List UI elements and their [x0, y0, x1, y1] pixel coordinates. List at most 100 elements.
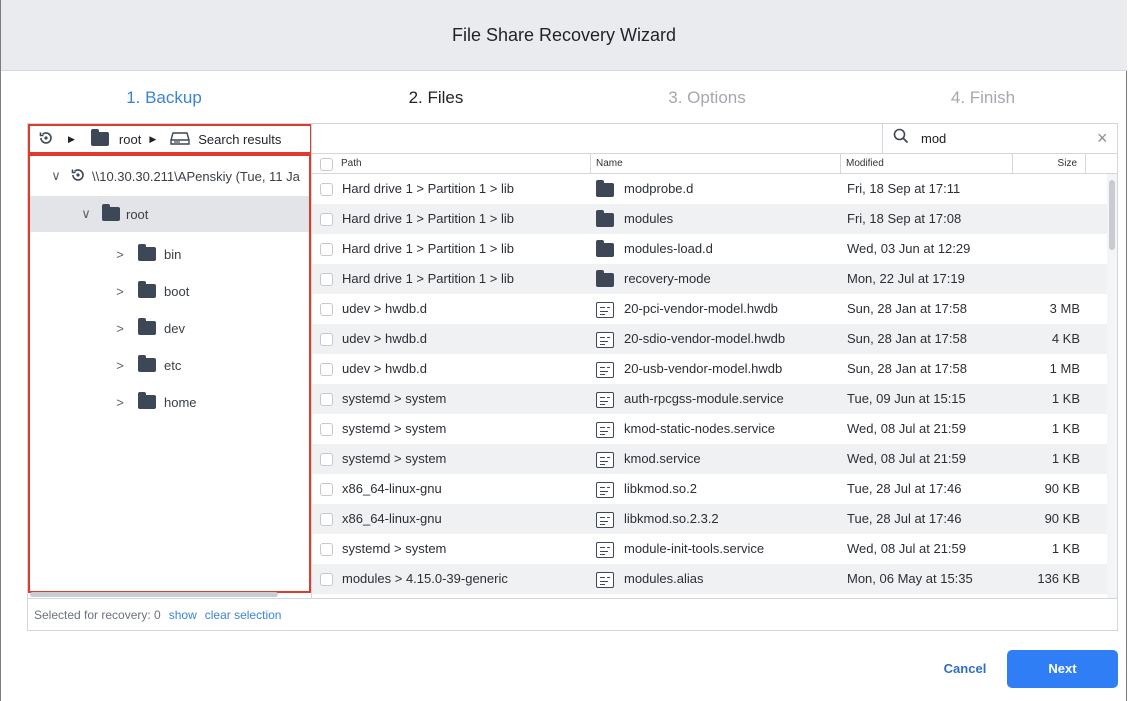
clear-selection-link[interactable]: clear selection	[205, 608, 282, 622]
file-icon	[596, 571, 614, 588]
cell-path: x86_64-linux-gnu	[342, 481, 442, 496]
cell-path: Hard drive 1 > Partition 1 > lib	[342, 271, 514, 286]
table-row[interactable]: udev > hwdb.d 20-sdio-vendor-model.hwdb Su…	[312, 324, 1107, 354]
cell-name: libkmod.so.2.3.2	[596, 504, 719, 534]
tree-item-etc[interactable]: > etc	[30, 347, 309, 383]
row-checkbox[interactable]	[320, 483, 333, 496]
tree-item-boot[interactable]: > boot	[30, 273, 309, 309]
cell-name-text: modules.alias	[624, 571, 704, 586]
tree-item-home[interactable]: > home	[30, 384, 309, 420]
row-checkbox[interactable]	[320, 573, 333, 586]
table-row[interactable]: systemd > system kmod.service Wed, 08 Jul …	[312, 444, 1107, 474]
cell-modified: Sun, 28 Jan at 17:58	[847, 331, 967, 346]
row-checkbox[interactable]	[320, 453, 333, 466]
table-row[interactable]: Hard drive 1 > Partition 1 > lib modprobe…	[312, 174, 1107, 204]
cell-size	[1013, 174, 1080, 204]
table-row[interactable]: udev > hwdb.d 20-usb-vendor-model.hwdb Sun…	[312, 354, 1107, 384]
cell-name-text: modules	[624, 211, 674, 226]
chevron-down-icon[interactable]: ∨	[80, 206, 92, 222]
chevron-right-icon[interactable]: >	[114, 395, 126, 410]
cell-name: module-init-tools.service	[596, 534, 764, 564]
table-row[interactable]: modules > 4.15.0-39-generic modules.alias…	[312, 564, 1107, 594]
show-link[interactable]: show	[169, 608, 197, 622]
tree-item-label: home	[164, 394, 197, 410]
table-row[interactable]: systemd > system kmod-static-nodes.servic…	[312, 414, 1107, 444]
table-row[interactable]: Hard drive 1 > Partition 1 > lib recovery…	[312, 264, 1107, 294]
table-row[interactable]: Hard drive 1 > Partition 1 > lib modules-…	[312, 234, 1107, 264]
folder-icon	[596, 209, 614, 227]
breadcrumb-item-search-results[interactable]: Search results	[198, 132, 281, 147]
results-table: Hard drive 1 > Partition 1 > lib modprobe…	[312, 174, 1107, 598]
column-header-name[interactable]: Name	[591, 154, 841, 173]
table-header: Path Name Modified Size	[312, 154, 1117, 174]
row-checkbox[interactable]	[320, 183, 333, 196]
table-row[interactable]: x86_64-linux-gnu libkmod.so.2.3.2 Tue, 28 …	[312, 504, 1107, 534]
step-options: 3. Options	[668, 88, 746, 107]
row-checkbox[interactable]	[320, 303, 333, 316]
tree-horizontal-scrollbar[interactable]	[30, 592, 278, 597]
row-checkbox[interactable]	[320, 243, 333, 256]
scrollbar-thumb[interactable]	[1109, 180, 1115, 250]
file-icon	[596, 541, 614, 558]
search-icon[interactable]	[893, 128, 909, 149]
cell-modified: Mon, 22 Jul at 17:19	[847, 271, 965, 286]
close-icon[interactable]: ×	[1097, 128, 1108, 149]
column-header-modified[interactable]: Modified	[841, 154, 1013, 173]
row-checkbox[interactable]	[320, 423, 333, 436]
row-checkbox[interactable]	[320, 333, 333, 346]
cell-size	[1013, 264, 1080, 294]
select-all-checkbox[interactable]	[320, 158, 333, 171]
window-title-text: File Share Recovery Wizard	[451, 24, 677, 45]
tree-item-label: etc	[164, 357, 182, 373]
row-checkbox[interactable]	[320, 393, 333, 406]
tree-item-backup[interactable]: ∨ \\10.30.30.211\APenskiy (Tue, 11 Ja	[30, 158, 309, 194]
table-row[interactable]: systemd > system module-init-tools.servic…	[312, 534, 1107, 564]
backup-restore-icon[interactable]	[38, 130, 54, 149]
folder-icon	[90, 129, 109, 146]
breadcrumb-item-root[interactable]: root	[119, 132, 141, 147]
table-row[interactable]: systemd > system auth-rpcgss-module.servi…	[312, 384, 1107, 414]
tree-item-root[interactable]: ∨ root	[30, 196, 309, 232]
row-checkbox[interactable]	[320, 273, 333, 286]
step-backup[interactable]: 1. Backup	[84, 88, 244, 108]
chevron-right-icon[interactable]: >	[114, 321, 126, 336]
tree-item-dev[interactable]: > dev	[30, 310, 309, 346]
tree-item-bin[interactable]: > bin	[30, 236, 309, 272]
folder-icon	[138, 244, 156, 261]
column-header-path[interactable]: Path	[336, 154, 591, 173]
cell-size	[1013, 234, 1080, 264]
cell-modified: Wed, 08 Jul at 21:59	[847, 421, 967, 436]
cell-name-text: 20-pci-vendor-model.hwdb	[624, 301, 778, 316]
cell-name-text: module-init-tools.service	[624, 541, 765, 556]
cell-path: udev > hwdb.d	[342, 301, 427, 316]
search-input[interactable]: mod	[921, 131, 1091, 146]
cell-modified: Wed, 03 Jun at 12:29	[847, 241, 971, 256]
chevron-right-icon[interactable]: >	[114, 358, 126, 373]
column-header-size[interactable]: Size	[1013, 154, 1086, 173]
cell-path: Hard drive 1 > Partition 1 > lib	[342, 211, 514, 226]
table-row[interactable]: udev > hwdb.d 20-pci-vendor-model.hwdb Sun…	[312, 294, 1107, 324]
chevron-right-icon[interactable]: >	[114, 247, 126, 262]
chevron-down-icon[interactable]: ∨	[50, 168, 62, 184]
wizard-steps: 1. Backup 2. Files 3. Options 4. Finish	[0, 71, 1128, 123]
cancel-button[interactable]: Cancel	[930, 650, 1000, 688]
row-checkbox[interactable]	[320, 363, 333, 376]
chevron-right-icon[interactable]: >	[114, 284, 126, 299]
results-vertical-scrollbar[interactable]	[1107, 174, 1117, 598]
tree-item-label: boot	[164, 283, 190, 299]
table-row[interactable]: Hard drive 1 > Partition 1 > lib modules F…	[312, 204, 1107, 234]
cell-modified: Wed, 08 Jul at 21:59	[847, 451, 967, 466]
table-row[interactable]: x86_64-linux-gnu libkmod.so.2 Tue, 28 Jul …	[312, 474, 1107, 504]
cell-name: kmod-static-nodes.service	[596, 414, 775, 444]
row-checkbox[interactable]	[320, 513, 333, 526]
cell-size: 1 KB	[1051, 391, 1080, 406]
file-icon	[596, 511, 614, 528]
row-checkbox[interactable]	[320, 543, 333, 556]
backup-restore-icon	[70, 167, 86, 186]
next-button[interactable]: Next	[1007, 650, 1118, 688]
cell-name-text: libkmod.so.2	[624, 481, 697, 496]
step-finish: 4. Finish	[950, 88, 1016, 107]
breadcrumb-arrow-icon: ▶	[149, 133, 157, 144]
cell-name: kmod.service	[596, 444, 701, 474]
row-checkbox[interactable]	[320, 213, 333, 226]
